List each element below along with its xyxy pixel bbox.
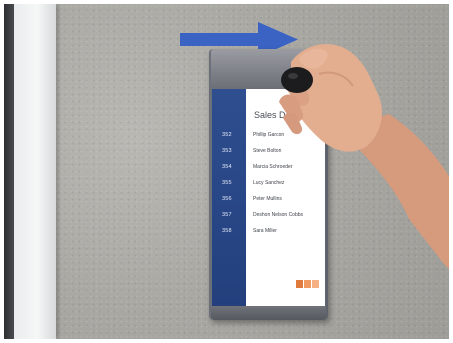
door-frame-edge — [4, 4, 14, 339]
room-number: 355 — [222, 180, 232, 186]
room-number: 357 — [222, 212, 232, 218]
sign-bottom-cap — [211, 306, 326, 320]
hand-icon — [279, 44, 449, 269]
room-number: 356 — [222, 196, 232, 202]
company-logo-icon — [295, 275, 319, 293]
room-number: 353 — [222, 148, 232, 154]
room-number: 354 — [222, 164, 232, 170]
photo-frame: Sales Department 352 Phillip Garcon 353 … — [4, 4, 449, 339]
door-frame — [14, 4, 56, 339]
room-number: 352 — [222, 132, 232, 138]
room-number: 358 — [222, 228, 232, 234]
